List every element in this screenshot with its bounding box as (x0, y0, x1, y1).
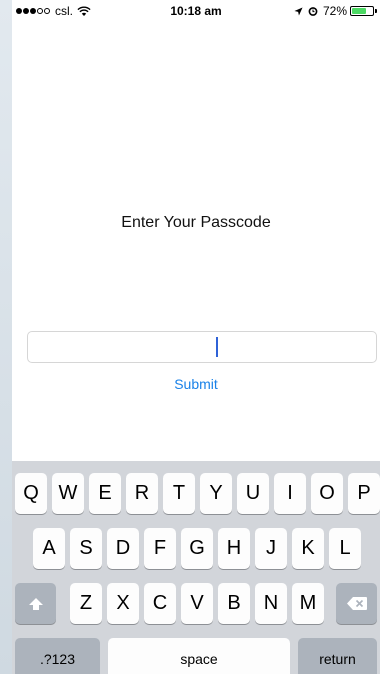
space-key[interactable]: space (108, 638, 290, 674)
key-b[interactable]: B (218, 583, 250, 624)
text-cursor (216, 337, 218, 357)
key-o[interactable]: O (311, 473, 343, 514)
return-key[interactable]: return (298, 638, 377, 674)
battery-fill (352, 8, 366, 14)
key-k[interactable]: K (292, 528, 324, 569)
status-bar: csl. 10:18 am 72% (12, 0, 380, 22)
keyboard: Q W E R T Y U I O P A S D F G H J K L Z … (12, 461, 380, 674)
key-t[interactable]: T (163, 473, 195, 514)
key-g[interactable]: G (181, 528, 213, 569)
key-a[interactable]: A (33, 528, 65, 569)
passcode-prompt: Enter Your Passcode (121, 214, 271, 231)
key-i[interactable]: I (274, 473, 306, 514)
key-y[interactable]: Y (200, 473, 232, 514)
key-q[interactable]: Q (15, 473, 47, 514)
key-u[interactable]: U (237, 473, 269, 514)
alarm-icon (308, 7, 318, 16)
key-h[interactable]: H (218, 528, 250, 569)
key-s[interactable]: S (70, 528, 102, 569)
shift-arrow-icon (28, 597, 43, 610)
delete-key[interactable] (336, 583, 377, 624)
key-l[interactable]: L (329, 528, 361, 569)
key-c[interactable]: C (144, 583, 176, 624)
key-d[interactable]: D (107, 528, 139, 569)
key-x[interactable]: X (107, 583, 139, 624)
key-v[interactable]: V (181, 583, 213, 624)
key-e[interactable]: E (89, 473, 121, 514)
status-right-icons: 72% (294, 4, 377, 18)
phone-screen: csl. 10:18 am 72% Enter Your Passcode Su… (12, 0, 380, 674)
key-w[interactable]: W (52, 473, 84, 514)
backspace-icon (346, 597, 367, 610)
submit-button[interactable]: Submit (12, 376, 380, 392)
key-p[interactable]: P (348, 473, 380, 514)
shift-key[interactable] (15, 583, 56, 624)
battery-icon (350, 6, 377, 16)
key-j[interactable]: J (255, 528, 287, 569)
location-arrow-icon (294, 6, 303, 16)
battery-nub (375, 9, 377, 13)
key-m[interactable]: M (292, 583, 324, 624)
key-n[interactable]: N (255, 583, 287, 624)
key-f[interactable]: F (144, 528, 176, 569)
key-r[interactable]: R (126, 473, 158, 514)
background-strip (0, 0, 12, 674)
passcode-input[interactable] (27, 331, 377, 363)
key-z[interactable]: Z (70, 583, 102, 624)
battery-percentage: 72% (322, 4, 347, 18)
numbers-key[interactable]: .?123 (15, 638, 100, 674)
